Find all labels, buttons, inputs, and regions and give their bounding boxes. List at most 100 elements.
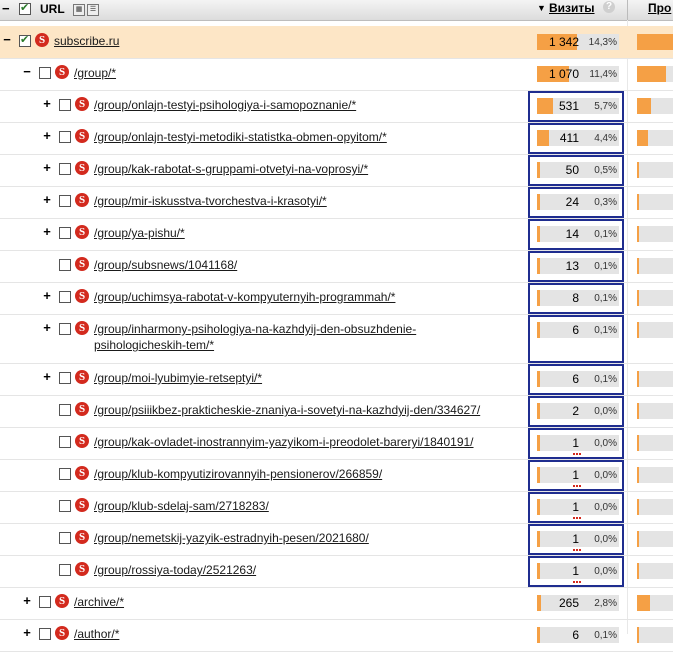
highlighted-visits-box <box>528 251 624 282</box>
url-link[interactable]: /group/inharmony-psihologiya-na-kazhdyij… <box>94 321 474 353</box>
next-column-cell <box>637 290 673 306</box>
expand-toggle[interactable]: + <box>42 97 52 110</box>
url-link[interactable]: /group/klub-kompyutizirovannyih-pensione… <box>94 466 382 482</box>
subscribe-logo-icon: S <box>75 97 89 111</box>
next-column-cell <box>637 531 673 547</box>
row-checkbox[interactable] <box>59 468 71 480</box>
column-divider[interactable] <box>627 0 628 20</box>
url-link[interactable]: /group/kak-ovladet-inostrannyim-yazyikom… <box>94 434 474 450</box>
filter-icon[interactable]: ▦ <box>73 4 85 16</box>
url-link[interactable]: /group/moi-lyubimyie-retseptyi/* <box>94 370 262 386</box>
row-checkbox[interactable] <box>59 404 71 416</box>
expand-toggle[interactable]: + <box>42 161 52 174</box>
next-column-bar <box>637 130 648 146</box>
next-column-cell <box>637 34 673 50</box>
row-checkbox[interactable] <box>59 532 71 544</box>
url-link[interactable]: /group/uchimsya-rabotat-v-kompyuternyih-… <box>94 289 395 305</box>
next-column-cell <box>637 130 673 146</box>
row-checkbox[interactable] <box>59 99 71 111</box>
highlighted-visits-box <box>528 283 624 314</box>
visits-column-header[interactable]: Визиты <box>549 1 595 15</box>
subscribe-logo-icon: S <box>75 562 89 576</box>
next-column-cell <box>637 162 673 178</box>
subscribe-logo-icon: S <box>75 193 89 207</box>
visits-cell: 6 0,1% <box>537 627 619 643</box>
subscribe-logo-icon: S <box>75 129 89 143</box>
row-checkbox[interactable] <box>39 67 51 79</box>
url-column-header[interactable]: URL <box>40 2 65 16</box>
expand-toggle[interactable]: + <box>22 626 32 639</box>
visits-bar <box>537 627 540 643</box>
row-checkbox[interactable] <box>59 163 71 175</box>
url-link[interactable]: /group/nemetskij-yazyik-estradnyih-pesen… <box>94 530 369 546</box>
next-column-cell <box>637 66 673 82</box>
visits-percent: 11,4% <box>589 69 617 80</box>
next-column-bar <box>637 226 639 242</box>
url-link[interactable]: /group/ya-pishu/* <box>94 225 185 241</box>
sort-desc-icon: ▼ <box>537 3 546 13</box>
row-checkbox[interactable] <box>59 259 71 271</box>
next-column-bar <box>637 627 639 643</box>
next-column-header[interactable]: Про <box>648 1 671 15</box>
expand-toggle[interactable]: + <box>42 129 52 142</box>
expand-toggle[interactable]: + <box>42 193 52 206</box>
row-checkbox[interactable] <box>59 564 71 576</box>
next-column-bar <box>637 258 639 274</box>
row-checkbox[interactable] <box>39 596 51 608</box>
row-checkbox[interactable] <box>59 195 71 207</box>
highlighted-visits-box <box>528 428 624 459</box>
expand-toggle[interactable]: + <box>42 370 52 383</box>
row-checkbox[interactable] <box>19 33 31 47</box>
next-column-bar <box>637 162 639 178</box>
url-link[interactable]: subscribe.ru <box>54 33 119 49</box>
url-link[interactable]: /group/rossiya-today/2521263/ <box>94 562 256 578</box>
expand-toggle[interactable]: + <box>22 594 32 607</box>
url-link[interactable]: /group/mir-iskusstva-tvorchestva-i-kraso… <box>94 193 327 209</box>
help-icon[interactable]: ? <box>603 1 615 13</box>
highlighted-visits-box <box>528 396 624 427</box>
url-link[interactable]: /group/onlajn-testyi-metodiki-statistka-… <box>94 129 387 145</box>
url-link[interactable]: /archive/* <box>74 594 124 610</box>
row-checkbox[interactable] <box>59 372 71 384</box>
subscribe-logo-icon: S <box>75 498 89 512</box>
expand-toggle[interactable]: + <box>42 321 52 334</box>
subscribe-logo-icon: S <box>55 65 69 79</box>
collapse-toggle[interactable]: − <box>2 33 12 46</box>
url-link[interactable]: /group/klub-sdelaj-sam/2718283/ <box>94 498 269 514</box>
url-link[interactable]: /group/subsnews/1041168/ <box>94 257 237 273</box>
visits-percent: 2,8% <box>594 598 617 609</box>
next-column-cell <box>637 98 673 114</box>
row-checkbox[interactable] <box>39 628 51 640</box>
select-all-checkbox[interactable] <box>19 1 31 15</box>
url-link[interactable]: /group/psiiikbez-prakticheskie-znaniya-i… <box>94 402 480 418</box>
row-checkbox[interactable] <box>59 291 71 303</box>
collapse-toggle[interactable]: − <box>22 65 32 78</box>
visits-value: 1 342 <box>548 35 579 49</box>
row-checkbox[interactable] <box>59 500 71 512</box>
expand-toggle[interactable]: + <box>42 289 52 302</box>
collapse-all-toggle[interactable]: − <box>2 1 10 16</box>
subscribe-logo-icon: S <box>75 289 89 303</box>
next-column-cell <box>637 258 673 274</box>
url-link[interactable]: /author/* <box>74 626 119 642</box>
subscribe-logo-icon: S <box>55 626 69 640</box>
row-checkbox[interactable] <box>59 227 71 239</box>
next-column-cell <box>637 595 673 611</box>
next-column-bar <box>637 66 666 82</box>
visits-value: 1 070 <box>548 67 579 81</box>
url-link[interactable]: /group/* <box>74 65 116 81</box>
row-checkbox[interactable] <box>59 323 71 335</box>
list-view-icon[interactable]: ☰ <box>87 4 99 16</box>
url-link[interactable]: /group/kak-rabotat-s-gruppami-otvetyi-na… <box>94 161 368 177</box>
next-column-bar <box>637 467 639 483</box>
subscribe-logo-icon: S <box>75 225 89 239</box>
visits-bar <box>537 595 541 611</box>
row-checkbox[interactable] <box>59 436 71 448</box>
url-link[interactable]: /group/onlajn-testyi-psihologiya-i-samop… <box>94 97 356 113</box>
expand-toggle[interactable]: + <box>42 225 52 238</box>
highlighted-visits-box <box>528 524 624 555</box>
visits-cell: 265 2,8% <box>537 595 619 611</box>
row-checkbox[interactable] <box>59 131 71 143</box>
highlighted-visits-box <box>528 492 624 523</box>
next-column-bar <box>637 371 639 387</box>
